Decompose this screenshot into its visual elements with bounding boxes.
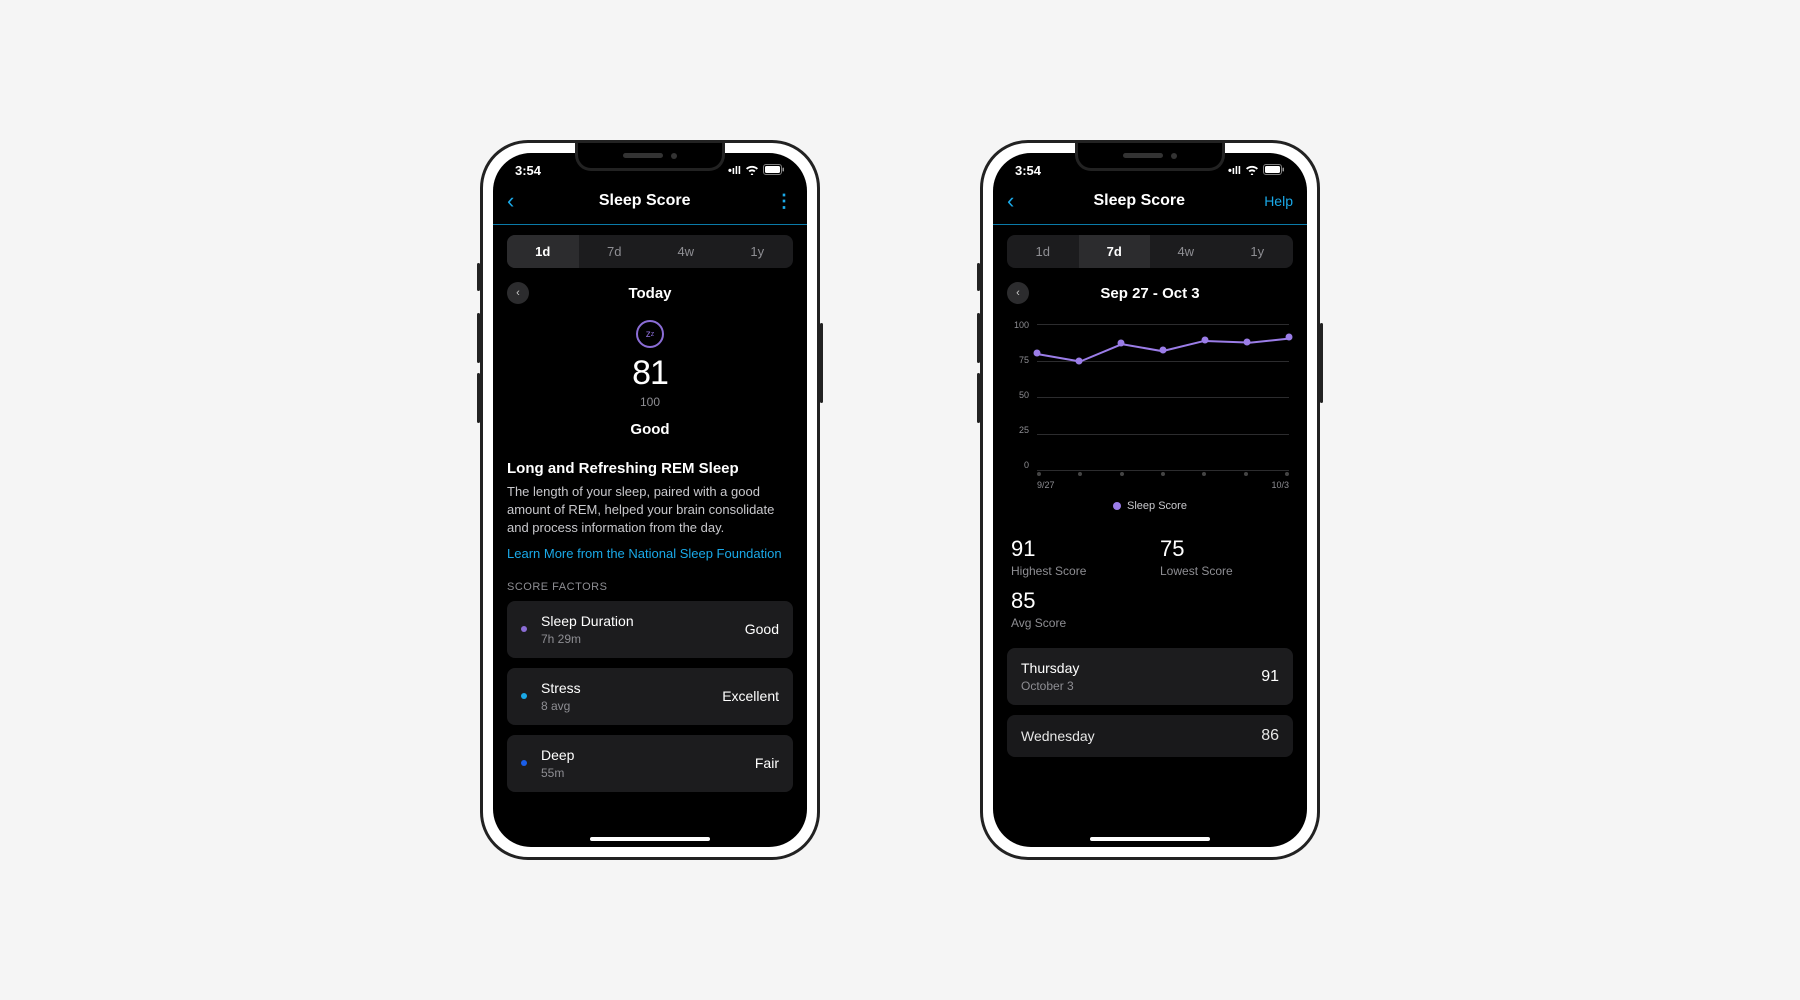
seg-4w[interactable]: 4w (650, 235, 722, 268)
day-row-thursday[interactable]: Thursday October 3 91 (1007, 648, 1293, 705)
status-time: 3:54 (515, 163, 541, 178)
x-tick: 10/3 (1271, 480, 1289, 490)
factor-sub: 55m (541, 766, 755, 780)
factor-dot-icon (521, 626, 527, 632)
factor-sub: 7h 29m (541, 632, 745, 646)
home-indicator[interactable] (1090, 837, 1210, 841)
stat-highest: 91 Highest Score (1011, 536, 1140, 578)
seg-7d[interactable]: 7d (579, 235, 651, 268)
stat-avg: 85 Avg Score (1011, 588, 1140, 630)
day-score: 91 (1261, 668, 1279, 686)
factor-name: Sleep Duration (541, 613, 745, 629)
factor-name: Deep (541, 747, 755, 763)
time-segment: 1d 7d 4w 1y (1007, 235, 1293, 268)
date-title: Today (529, 285, 771, 302)
nav-title: Sleep Score (1093, 192, 1185, 210)
factor-name: Stress (541, 680, 722, 696)
battery-icon (1263, 164, 1285, 178)
chart-point (1118, 339, 1125, 346)
back-icon[interactable]: ‹ (1007, 188, 1014, 214)
prev-date-button[interactable]: ‹ (507, 282, 529, 304)
sleep-score-chart: 100 75 50 25 0 (1007, 320, 1293, 526)
y-tick: 100 (1007, 320, 1029, 330)
help-link[interactable]: Help (1264, 193, 1293, 209)
phone-frame-left: 3:54 •ıll ‹ Sleep Score ⋮ 1d 7d 4w 1y (480, 140, 820, 860)
wifi-icon (1245, 164, 1259, 178)
nav-bar: ‹ Sleep Score Help (993, 180, 1307, 225)
x-tick: 9/27 (1037, 480, 1055, 490)
prev-date-button[interactable]: ‹ (1007, 282, 1029, 304)
status-time: 3:54 (1015, 163, 1041, 178)
insight-title: Long and Refreshing REM Sleep (507, 460, 793, 477)
chart-point (1034, 350, 1041, 357)
day-name: Thursday (1021, 660, 1261, 676)
score-max: 100 (507, 395, 793, 409)
back-icon[interactable]: ‹ (507, 188, 514, 214)
y-tick: 0 (1007, 460, 1029, 470)
day-row-wednesday[interactable]: Wednesday 86 (1007, 715, 1293, 757)
chart-point (1286, 334, 1293, 341)
factor-rating: Excellent (722, 688, 779, 704)
date-title: Sep 27 - Oct 3 (1029, 285, 1271, 302)
nav-title: Sleep Score (599, 192, 691, 210)
seg-1d[interactable]: 1d (1007, 235, 1079, 268)
factors-heading: SCORE FACTORS (507, 581, 793, 593)
insight-body: The length of your sleep, paired with a … (507, 483, 793, 538)
day-name: Wednesday (1021, 728, 1261, 744)
y-tick: 25 (1007, 425, 1029, 435)
legend-dot-icon (1113, 502, 1121, 510)
chart-point (1160, 347, 1167, 354)
factor-rating: Fair (755, 755, 779, 771)
factor-sub: 8 avg (541, 699, 722, 713)
seg-1y[interactable]: 1y (1222, 235, 1294, 268)
y-tick: 50 (1007, 390, 1029, 400)
home-indicator[interactable] (590, 837, 710, 841)
menu-icon[interactable]: ⋮ (775, 191, 793, 212)
wifi-icon (745, 164, 759, 178)
signal-icon: •ıll (728, 165, 741, 177)
factor-rating: Good (745, 621, 779, 637)
insight-link[interactable]: Learn More from the National Sleep Found… (507, 546, 793, 561)
chart-point (1202, 337, 1209, 344)
seg-4w[interactable]: 4w (1150, 235, 1222, 268)
factor-sleep-duration[interactable]: Sleep Duration 7h 29m Good (507, 601, 793, 658)
time-segment: 1d 7d 4w 1y (507, 235, 793, 268)
sleep-icon: zz (636, 320, 664, 348)
seg-1d[interactable]: 1d (507, 235, 579, 268)
day-score: 86 (1261, 727, 1279, 745)
factor-deep[interactable]: Deep 55m Fair (507, 735, 793, 792)
factor-dot-icon (521, 760, 527, 766)
chart-point (1244, 338, 1251, 345)
seg-1y[interactable]: 1y (722, 235, 794, 268)
stat-lowest: 75 Lowest Score (1160, 536, 1289, 578)
day-date: October 3 (1021, 679, 1261, 693)
factor-stress[interactable]: Stress 8 avg Excellent (507, 668, 793, 725)
factor-dot-icon (521, 693, 527, 699)
phone-frame-right: 3:54 •ıll ‹ Sleep Score Help 1d 7d 4w 1y (980, 140, 1320, 860)
chart-legend: Sleep Score (1007, 490, 1293, 526)
signal-icon: •ıll (1228, 165, 1241, 177)
chart-point (1076, 357, 1083, 364)
score-value: 81 (507, 354, 793, 393)
battery-icon (763, 164, 785, 178)
seg-7d[interactable]: 7d (1079, 235, 1151, 268)
nav-bar: ‹ Sleep Score ⋮ (493, 180, 807, 225)
score-label: Good (507, 421, 793, 438)
y-tick: 75 (1007, 355, 1029, 365)
